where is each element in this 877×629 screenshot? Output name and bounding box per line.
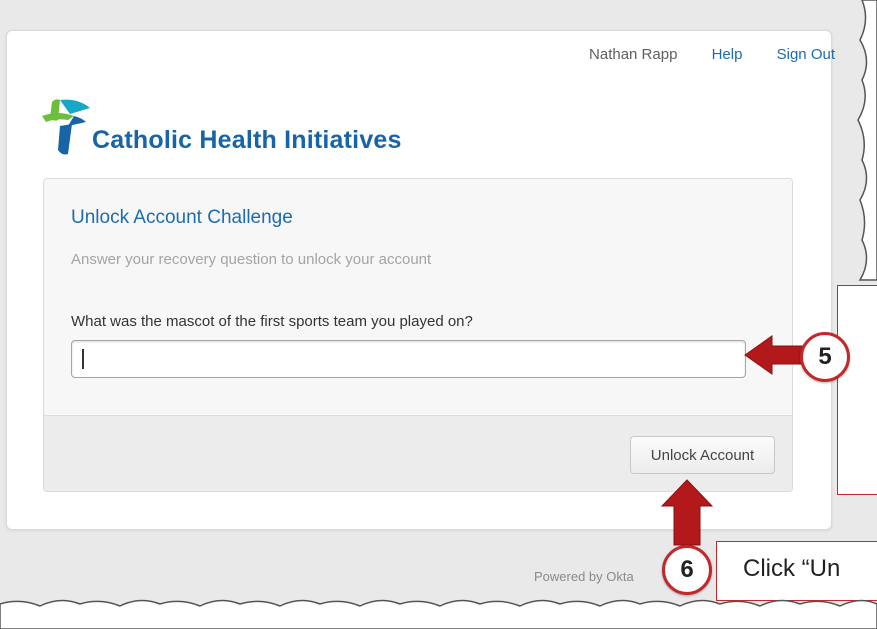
screenshot-stage: Nathan Rapp Help Sign Out Catholic Healt… [0, 0, 877, 629]
torn-edges [0, 0, 877, 629]
torn-bottom-edge-icon [0, 599, 877, 629]
torn-right-edge-icon [857, 0, 877, 281]
